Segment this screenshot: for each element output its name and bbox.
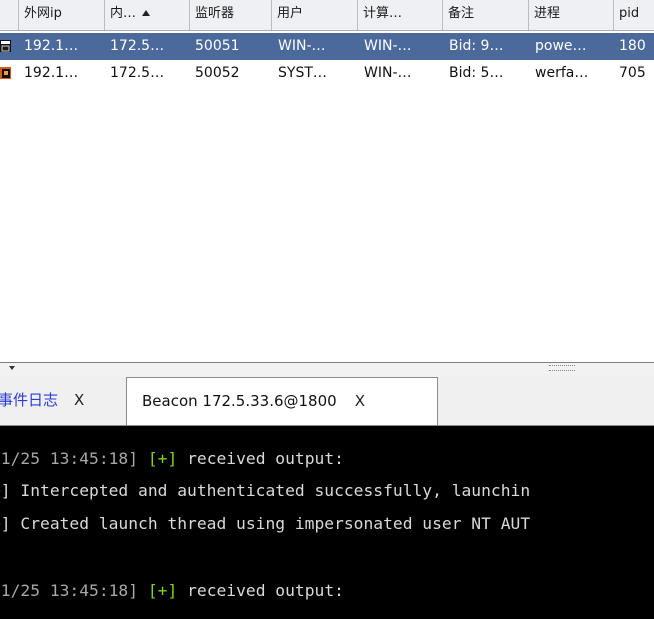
- tab-event-log[interactable]: 事件日志 X: [0, 377, 124, 423]
- cell-external-ip: 192.1…: [24, 65, 79, 81]
- column-header-pid[interactable]: pid: [614, 0, 654, 30]
- cell-note: Bid: 5…: [449, 65, 504, 81]
- column-header-external-ip[interactable]: 外网ip: [19, 0, 105, 30]
- sort-ascending-icon: [142, 10, 151, 16]
- close-tab-button[interactable]: X: [74, 377, 84, 423]
- cell-user: WIN-…: [278, 38, 326, 54]
- tab-label: 事件日志: [0, 391, 59, 409]
- cell-internal-ip: 172.5…: [110, 38, 165, 54]
- console-line: +] Intercepted and authenticated success…: [0, 481, 531, 500]
- beacon-session-icon: [0, 40, 11, 52]
- cell-internal-ip: 172.5…: [110, 65, 165, 81]
- pane-splitter[interactable]: [0, 362, 654, 377]
- cell-computer: WIN-…: [364, 38, 412, 54]
- splitter-grip-icon[interactable]: [549, 365, 575, 371]
- cell-computer: WIN-…: [364, 65, 412, 81]
- tab-bar: 事件日志 X Beacon 172.5.33.6@1800 X: [0, 377, 654, 426]
- collapse-arrow-icon[interactable]: [9, 366, 15, 370]
- table-row[interactable]: 192.1… 172.5… 50052 SYST… WIN-… Bid: 5… …: [0, 60, 654, 87]
- console-line: +] Created launch thread using impersona…: [0, 514, 531, 533]
- cell-process: werfa…: [535, 65, 589, 81]
- cell-user: SYST…: [278, 65, 327, 81]
- column-header-process[interactable]: 进程: [529, 0, 614, 30]
- cell-listener: 50052: [195, 65, 240, 81]
- column-header-icon[interactable]: [0, 0, 19, 30]
- tab-beacon[interactable]: Beacon 172.5.33.6@1800 X: [126, 377, 438, 425]
- tab-label: Beacon 172.5.33.6@1800: [142, 392, 337, 410]
- column-header-user[interactable]: 用户: [272, 0, 358, 30]
- beacon-console-output[interactable]: 01/25 13:45:18] [+] received output: +] …: [0, 426, 654, 619]
- cell-note: Bid: 9…: [449, 38, 504, 54]
- cell-listener: 50051: [195, 38, 240, 54]
- table-row[interactable]: 192.1… 172.5… 50051 WIN-… WIN-… Bid: 9… …: [0, 33, 654, 60]
- console-line: 01/25 13:45:18] [+] received output:: [0, 581, 344, 600]
- close-tab-button[interactable]: X: [355, 378, 365, 424]
- cell-pid: 180: [619, 38, 646, 54]
- cell-process: powe…: [535, 38, 587, 54]
- cell-external-ip: 192.1…: [24, 38, 79, 54]
- column-header-computer[interactable]: 计算…: [358, 0, 443, 30]
- session-table: 外网ip 内… 监听器 用户 计算… 备注 进程 pid 192.1… 172.…: [0, 0, 654, 362]
- column-header-internal-ip[interactable]: 内…: [105, 0, 190, 30]
- console-line: 01/25 13:45:18] [+] received output:: [0, 449, 344, 468]
- beacon-session-system-icon: [0, 67, 11, 79]
- table-header: 外网ip 内… 监听器 用户 计算… 备注 进程 pid: [0, 0, 654, 31]
- cell-pid: 705: [619, 65, 646, 81]
- column-header-listener[interactable]: 监听器: [190, 0, 272, 30]
- column-header-note[interactable]: 备注: [443, 0, 529, 30]
